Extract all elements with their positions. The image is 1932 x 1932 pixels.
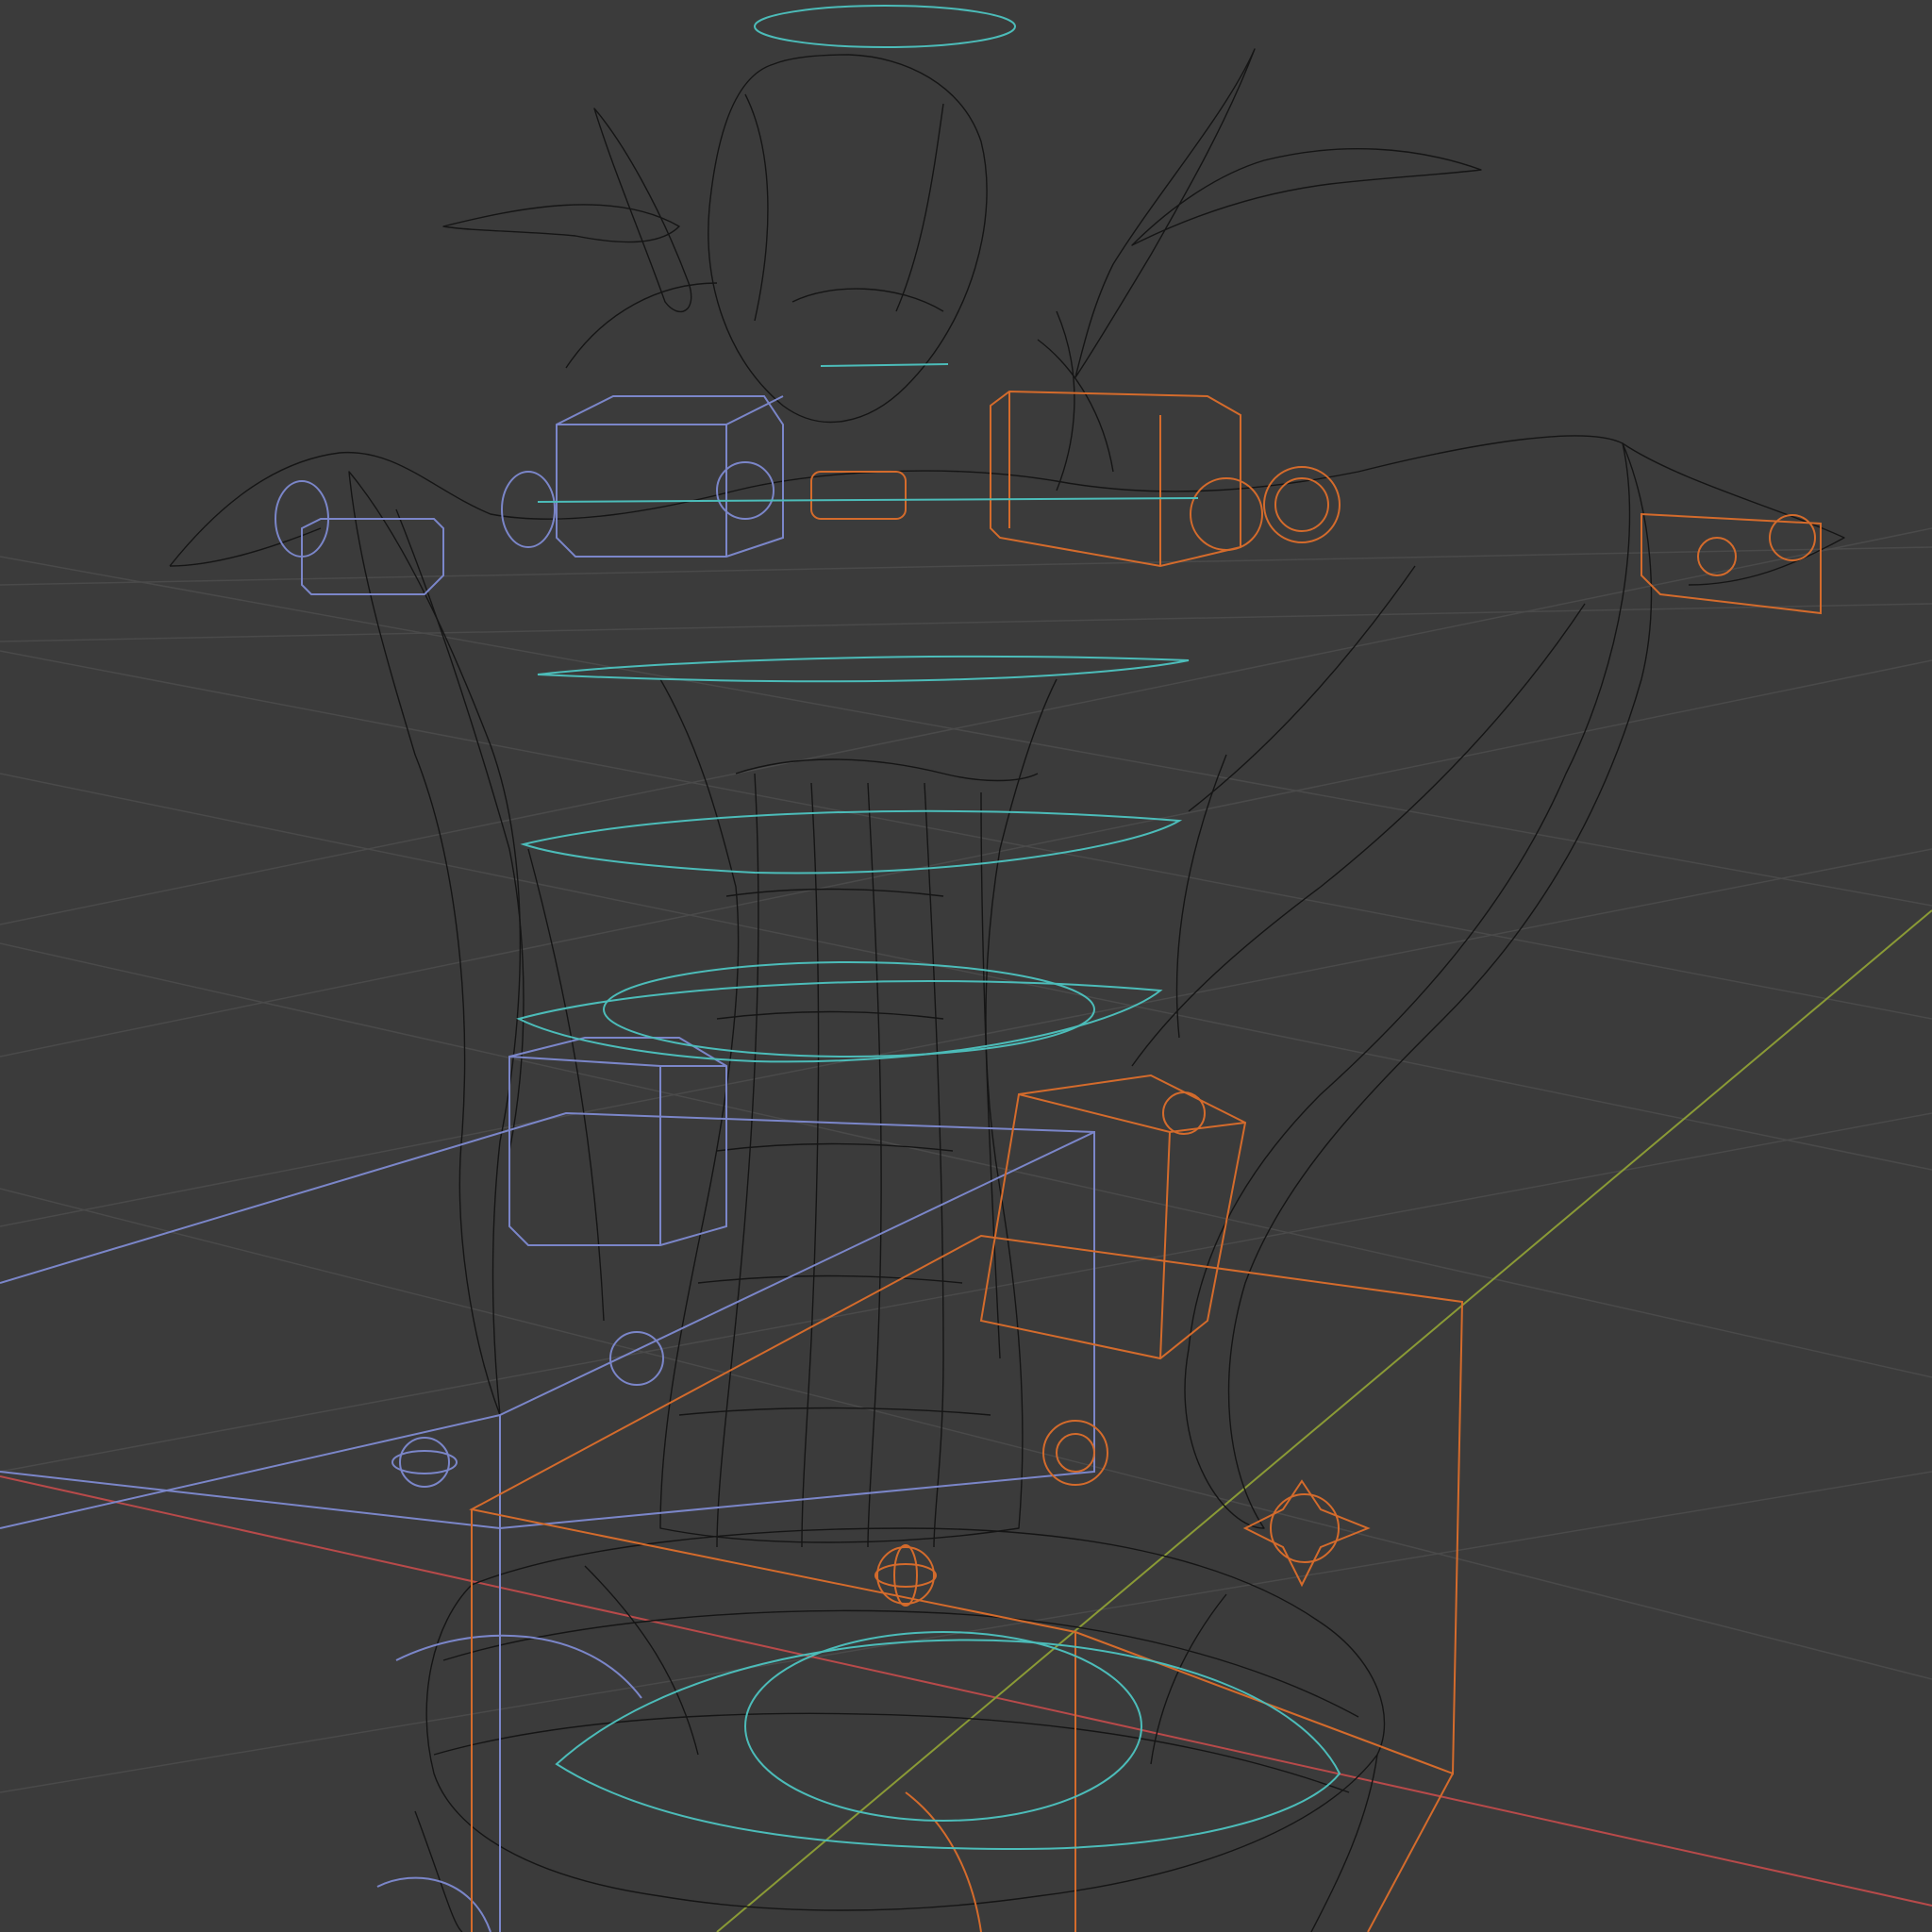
- viewport-canvas[interactable]: [0, 0, 1932, 1932]
- x-axis-line: [0, 1475, 1932, 1907]
- y-axis-line: [716, 909, 1932, 1932]
- 3d-viewport[interactable]: [0, 0, 1932, 1932]
- spine-control-rings[interactable]: [516, 5, 1341, 1851]
- floor-grid: [0, 527, 1932, 1793]
